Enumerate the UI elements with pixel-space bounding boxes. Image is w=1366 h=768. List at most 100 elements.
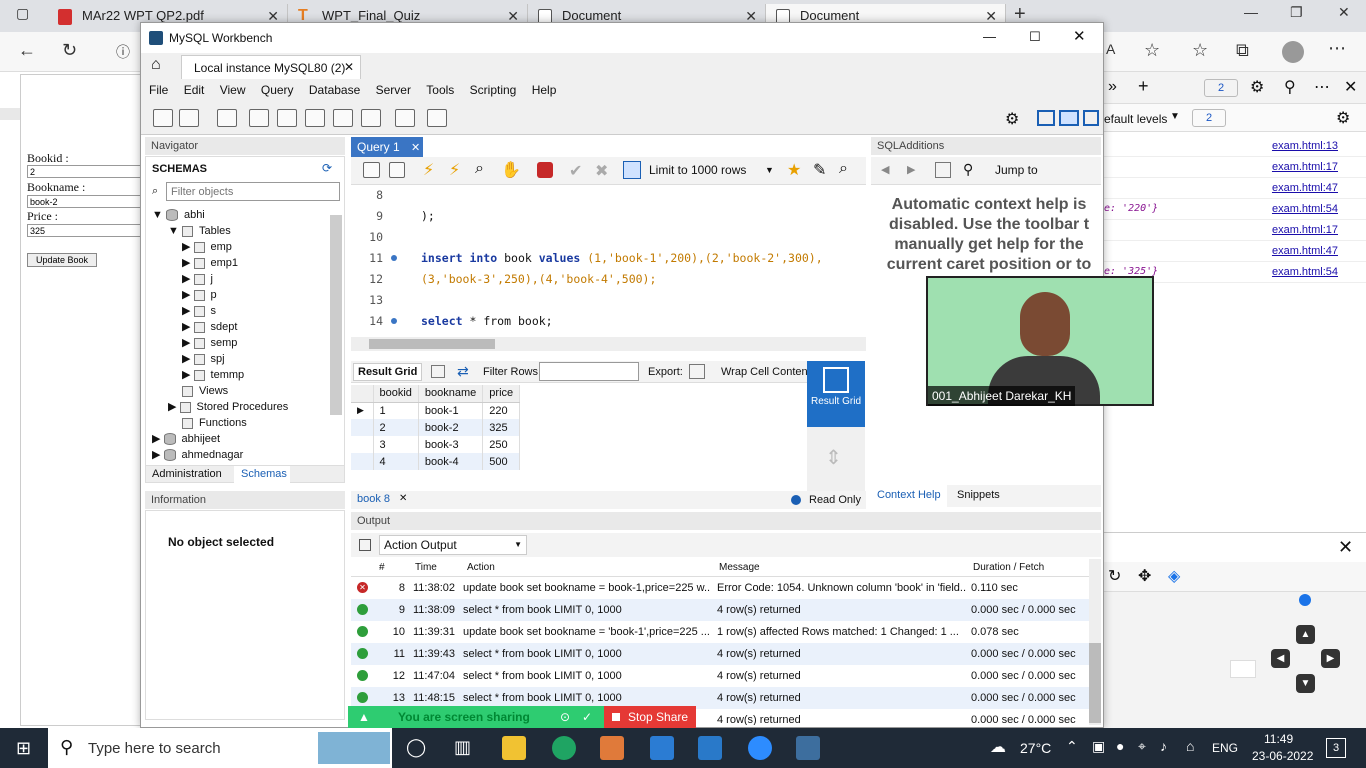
explain-icon[interactable]: ⌕ [475,160,484,178]
language-indicator[interactable]: ENG [1212,741,1238,755]
mail-icon[interactable] [650,736,674,760]
settings-icon[interactable]: ⚙ [1005,109,1019,129]
menu-view[interactable]: View [220,79,246,101]
menu-file[interactable]: File [149,79,168,101]
file-explorer-icon[interactable] [502,736,526,760]
navigator-scrollbar[interactable] [330,215,342,415]
mysql-workbench-taskbar-icon[interactable] [796,736,820,760]
open-file-icon[interactable] [363,162,380,178]
table-row[interactable]: ▶ 1 book-1 220 [351,402,521,419]
close-icon[interactable]: ✕ [411,142,420,154]
stop-icon[interactable]: ✋ [501,160,521,180]
table-item[interactable]: ▶ sdept [152,319,288,335]
filter-objects-input[interactable] [166,182,340,201]
clock-date[interactable]: 23-06-2022 [1252,749,1313,763]
table-item[interactable]: ▶ spj [152,351,288,367]
log-levels-dropdown[interactable]: efault levels [1104,112,1167,126]
forward-icon[interactable]: ▶ [907,163,915,176]
favorites-icon[interactable]: ☆ [1192,40,1208,61]
close-icon[interactable]: ✕ [1344,77,1357,97]
add-favorite-icon[interactable]: ☆ [1144,40,1160,61]
action-output-select[interactable]: Action Output ▼ [379,535,527,555]
console-source-link[interactable]: exam.html:54 [1272,266,1338,278]
save-icon[interactable] [389,162,405,178]
table-cell[interactable]: 4 [373,453,419,470]
price-input[interactable] [27,224,145,237]
filter-rows-input[interactable] [539,362,639,381]
table-item[interactable]: ▶ temmp [152,367,288,383]
table-item[interactable]: ▶ semp [152,335,288,351]
arrow-left-icon[interactable]: ◀ [1271,649,1290,668]
add-tab-icon[interactable]: + [1138,76,1149,97]
microphone-icon[interactable]: ● [1116,738,1124,754]
edge-icon[interactable] [552,736,576,760]
add-snippet-icon[interactable]: ★ [787,160,801,180]
functions-node[interactable]: Functions [152,415,288,431]
table-cell[interactable]: book-1 [418,402,484,419]
beautify-icon[interactable]: ✎ [813,160,826,180]
schema-ahmednagar[interactable]: ▶ ahmednagar [152,447,288,463]
move-icon[interactable]: ✥ [1138,566,1151,586]
table-cell[interactable]: 250 [482,436,521,453]
table-cell[interactable]: 1 [373,402,419,419]
toggle-secondary-icon[interactable] [1083,110,1099,126]
update-book-button[interactable]: Update Book [27,253,97,267]
more-icon[interactable]: ⋯ [1314,77,1330,97]
output-row[interactable]: ✕ 8 11:38:02 update book set bookname = boo… [351,577,1089,599]
procedures-node[interactable]: ▶ Stored Procedures [152,399,288,415]
connect-icon[interactable]: ⚲ [1284,77,1296,97]
zoom-icon[interactable] [748,736,772,760]
inspect-icon[interactable]: ◈ [1168,566,1180,586]
scroll-thumb[interactable] [369,339,495,349]
profile-avatar[interactable] [1282,41,1304,63]
maximize-icon[interactable]: ☐ [1029,29,1041,45]
menu-server[interactable]: Server [376,79,411,101]
back-icon[interactable]: ← [18,40,36,61]
table-row[interactable]: 2 book-2 325 [351,419,521,436]
schema-abhijeet[interactable]: ▶ abhijeet [152,431,288,447]
console-source-link[interactable]: exam.html:17 [1272,224,1338,236]
table-cell[interactable]: book-2 [418,419,484,436]
execute-icon[interactable]: ⚡ [423,160,434,180]
weather-temp[interactable]: 27°C [1020,740,1051,756]
table-item[interactable]: ▶ emp1 [152,255,288,271]
menu-help[interactable]: Help [532,79,557,101]
bookname-input[interactable] [27,195,145,208]
notifications-icon[interactable]: 3 [1326,738,1346,758]
tab-snippets[interactable]: Snippets [957,489,1000,501]
table-cell[interactable]: 500 [482,453,521,470]
tab-schemas[interactable]: Schemas [234,466,290,483]
volume-icon[interactable]: ♪ [1160,738,1167,754]
bookid-input[interactable] [27,165,145,178]
refresh-icon[interactable]: ↻ [1108,566,1121,586]
refresh-icon[interactable]: ⟳ [322,161,332,175]
table-cell[interactable]: 2 [373,419,419,436]
info-icon[interactable]: ⓘ [116,42,130,62]
auto-help-icon[interactable]: ⚲ [963,161,973,178]
clock-time[interactable]: 11:49 [1264,732,1293,746]
console-source-link[interactable]: exam.html:47 [1272,245,1338,257]
taskbar-search[interactable]: ⚲ Type here to search [48,728,392,768]
issues-badge-2[interactable]: 2 [1192,109,1226,127]
console-source-link[interactable]: exam.html:54 [1272,203,1338,215]
column-header[interactable]: price [482,385,521,403]
task-view-icon[interactable]: ◯ [406,737,426,758]
read-aloud-icon[interactable]: A [1106,41,1115,57]
console-source-link[interactable]: exam.html:13 [1272,140,1338,152]
find-icon[interactable]: ⌕ [839,160,848,178]
manual-help-icon[interactable] [935,162,951,178]
scroll-thumb[interactable] [1089,643,1101,723]
inspector-icon[interactable] [217,109,237,127]
minimize-icon[interactable]: — [1244,4,1258,20]
arrow-down-icon[interactable]: ▼ [1296,674,1315,693]
refresh-icon[interactable]: ↻ [62,40,77,61]
settings-icon[interactable]: ⚙ [1250,77,1264,97]
table-cell[interactable]: 325 [482,419,521,436]
menu-edit[interactable]: Edit [184,79,205,101]
table-row[interactable]: 3 book-3 250 [351,436,521,453]
copy-icon[interactable] [359,539,371,551]
toggle-sidebar-icon[interactable] [1037,110,1055,126]
views-node[interactable]: Views [152,383,288,399]
menu-tools[interactable]: Tools [426,79,454,101]
stop-share-button[interactable]: Stop Share [604,706,696,728]
